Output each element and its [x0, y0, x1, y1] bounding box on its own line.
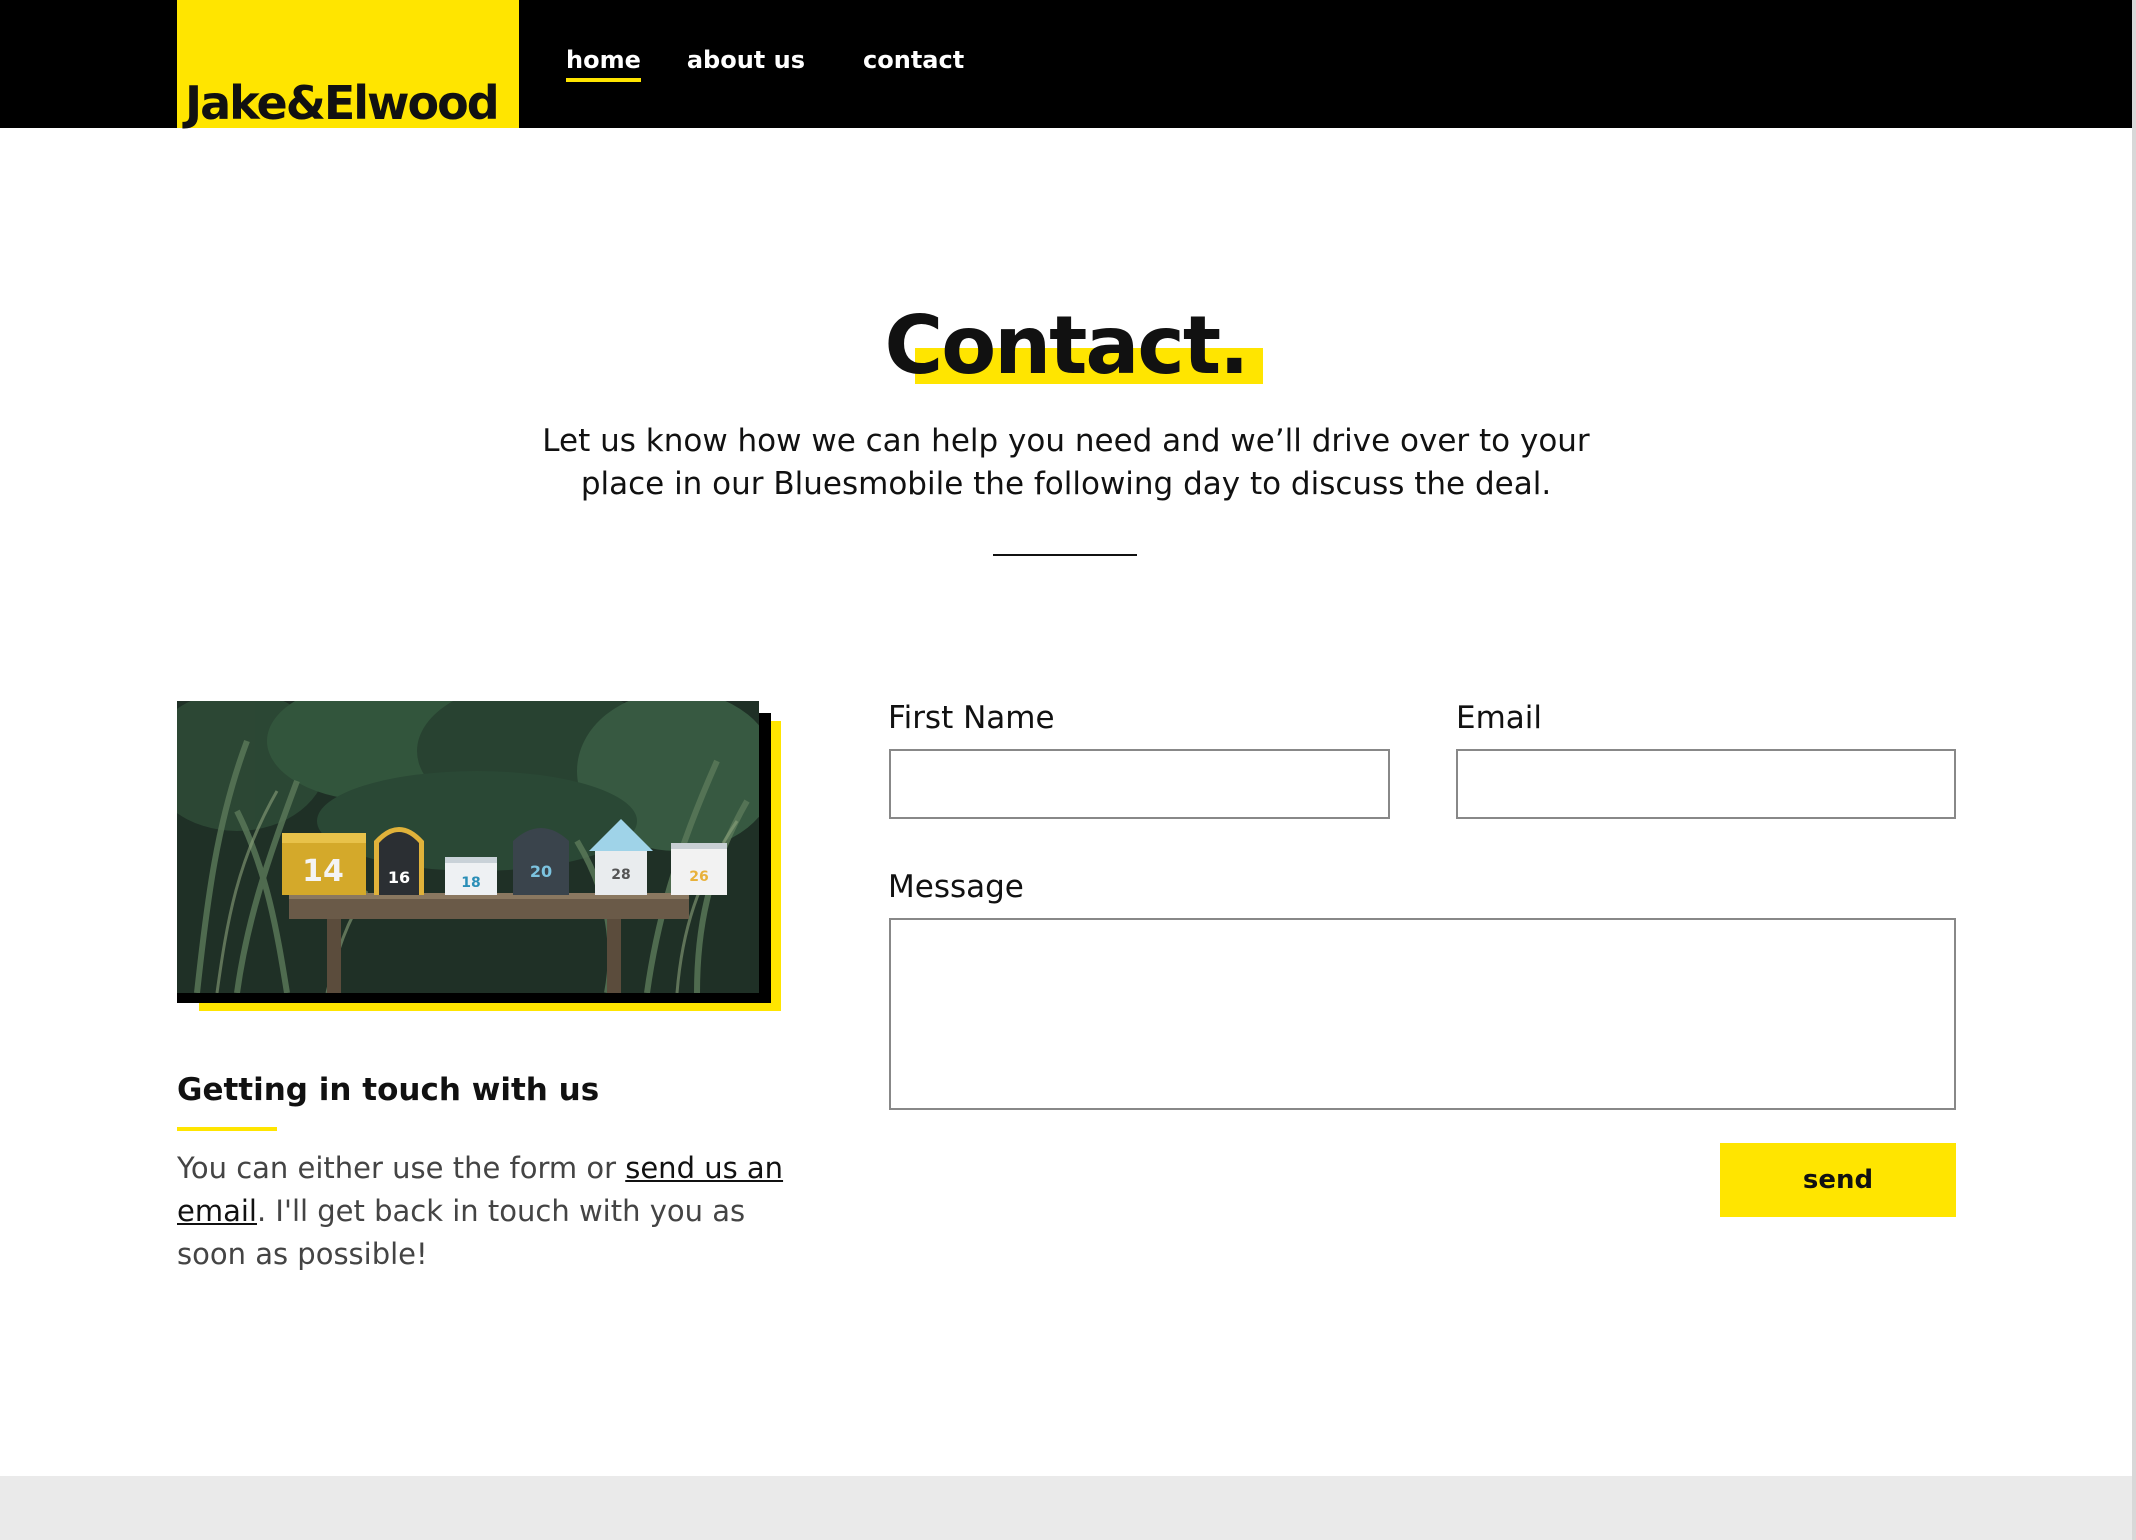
email-input[interactable] — [1456, 749, 1956, 819]
intro-text: Let us know how we can help you need and… — [0, 420, 2132, 506]
mailbox-number-14: 14 — [302, 854, 344, 889]
side-heading: Getting in touch with us — [177, 1072, 600, 1108]
mailbox-number-20: 20 — [530, 862, 552, 881]
mailbox-number-26: 26 — [689, 869, 708, 885]
first-name-label: First Name — [888, 700, 1055, 736]
message-textarea[interactable] — [889, 918, 1956, 1110]
side-heading-underline — [177, 1127, 277, 1131]
send-button[interactable]: send — [1720, 1143, 1956, 1217]
page-title: Contact. — [884, 298, 1264, 394]
mailboxes-photo: 14 16 18 20 28 26 — [177, 701, 759, 993]
logo-text: Jake&Elwood — [185, 76, 500, 130]
main-nav: home about us contact — [566, 46, 964, 82]
nav-item-about-us[interactable]: about us — [687, 46, 805, 82]
mailbox-number-18: 18 — [461, 875, 480, 891]
page-edge — [2132, 0, 2136, 1540]
side-text-before: You can either use the form or — [177, 1151, 626, 1185]
side-paragraph: You can either use the form or send us a… — [177, 1147, 787, 1276]
mailboxes-photo-frame: 14 16 18 20 28 26 — [177, 701, 781, 1011]
logo[interactable]: Jake&Elwood — [177, 0, 519, 130]
section-divider — [993, 554, 1137, 556]
nav-item-home[interactable]: home — [566, 46, 641, 82]
top-navbar: Jake&Elwood home about us contact — [0, 0, 2132, 130]
nav-item-contact[interactable]: contact — [863, 46, 964, 82]
side-text-after: . I'll get back in touch with you as soo… — [177, 1194, 746, 1271]
mailbox-number-28: 28 — [611, 867, 630, 883]
footer — [0, 1476, 2132, 1540]
mailbox-number-16: 16 — [388, 868, 410, 887]
intro-line-2: place in our Bluesmobile the following d… — [580, 466, 1552, 502]
first-name-input[interactable] — [889, 749, 1390, 819]
intro-line-1: Let us know how we can help you need and… — [542, 423, 1590, 459]
page-title-text: Contact. — [884, 299, 1250, 392]
message-label: Message — [888, 869, 1024, 905]
hero: Contact. — [0, 298, 2132, 394]
email-label: Email — [1456, 700, 1543, 736]
